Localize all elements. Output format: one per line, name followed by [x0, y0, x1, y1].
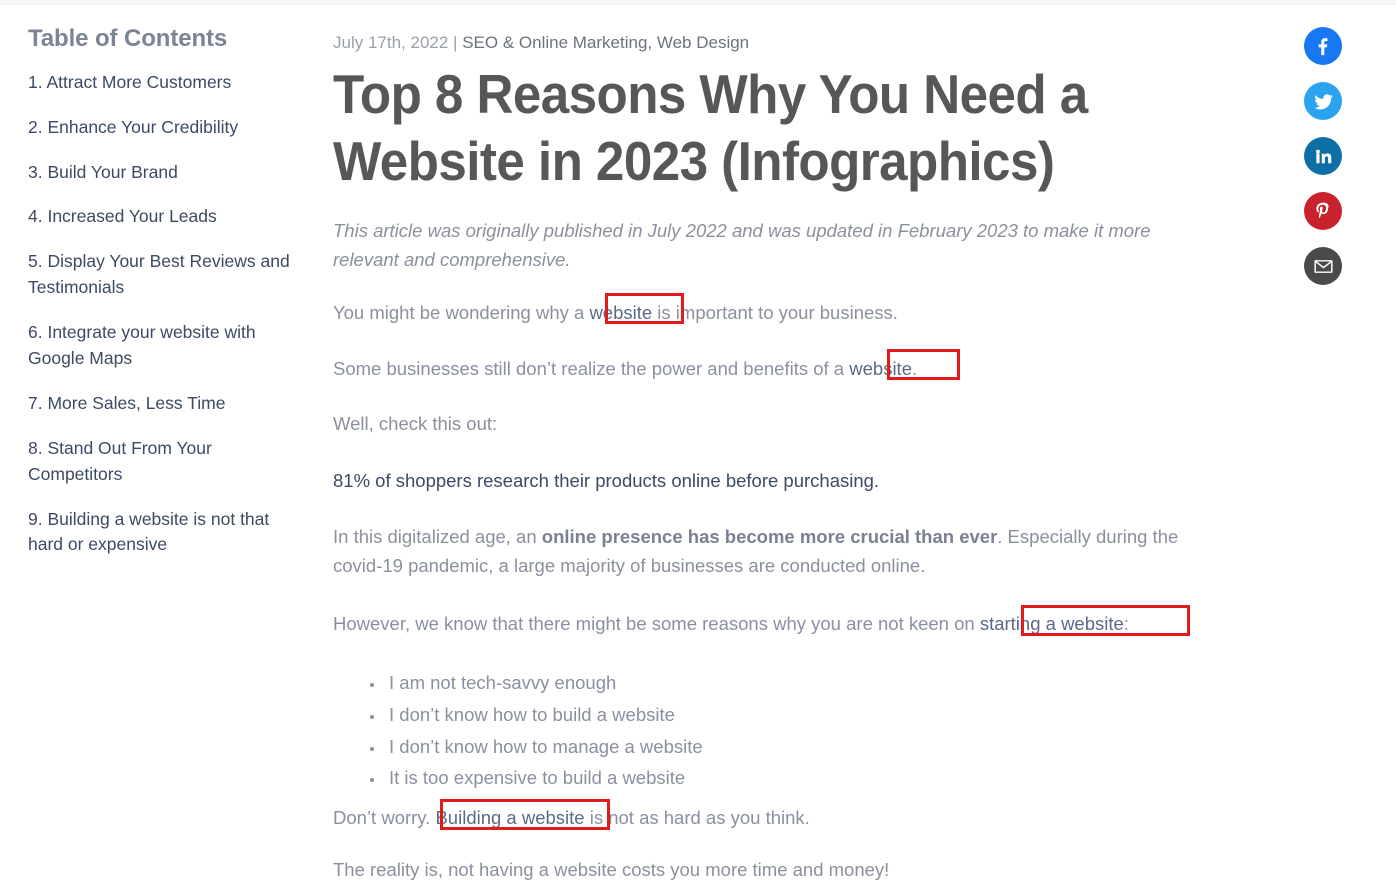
- list-item: It is too expensive to build a website: [385, 762, 1033, 794]
- paragraph-2: Some businesses still don’t realize the …: [333, 355, 1213, 384]
- publish-date: July 17th, 2022: [333, 33, 449, 52]
- linkedin-share-button[interactable]: [1304, 137, 1342, 175]
- paragraph-5-emphasis: online presence has become more crucial …: [541, 526, 998, 547]
- paragraph-2-text-after: .: [911, 358, 918, 379]
- list-item: I am not tech-savvy enough: [385, 667, 1033, 699]
- social-share-rail: [1304, 27, 1342, 285]
- website-link-1[interactable]: website: [589, 302, 652, 323]
- facebook-share-button[interactable]: [1304, 27, 1342, 65]
- paragraph-6-text-before: However, we know that there might be som…: [333, 613, 980, 634]
- starting-a-website-link[interactable]: starting a website: [980, 613, 1124, 634]
- list-item: 5. Display Your Best Reviews and Testimo…: [28, 249, 300, 301]
- toc-item-9[interactable]: 9. Building a website is not that hard o…: [28, 507, 300, 559]
- list-item: 7. More Sales, Less Time: [28, 391, 300, 417]
- toc-item-6[interactable]: 6. Integrate your website with Google Ma…: [28, 320, 300, 372]
- table-of-contents: Table of Contents 1. Attract More Custom…: [28, 25, 300, 577]
- list-item: 2. Enhance Your Credibility: [28, 115, 300, 141]
- paragraph-1: You might be wondering why a website is …: [333, 299, 1213, 328]
- list-item: 1. Attract More Customers: [28, 70, 300, 96]
- twitter-icon: [1313, 91, 1334, 112]
- toc-item-2[interactable]: 2. Enhance Your Credibility: [28, 115, 300, 141]
- paragraph-5-text-before: In this digitalized age, an: [333, 526, 542, 547]
- page-title: Top 8 Reasons Why You Need a Website in …: [333, 62, 1088, 192]
- toc-item-5[interactable]: 5. Display Your Best Reviews and Testimo…: [28, 249, 300, 301]
- article-meta: July 17th, 2022 | SEO & Online Marketing…: [333, 31, 1213, 55]
- paragraph-1-text-before: You might be wondering why a: [333, 302, 590, 323]
- pinterest-share-button[interactable]: [1304, 192, 1342, 230]
- article-page: Table of Contents 1. Attract More Custom…: [0, 5, 1396, 880]
- paragraph-2-text-before: Some businesses still don’t realize the …: [333, 358, 850, 379]
- article-categories[interactable]: SEO & Online Marketing, Web Design: [462, 33, 749, 52]
- table-of-contents-list: 1. Attract More Customers 2. Enhance You…: [28, 70, 300, 559]
- paragraph-7-text-after: is not as hard as you think.: [584, 807, 810, 828]
- toc-item-8[interactable]: 8. Stand Out From Your Competitors: [28, 436, 300, 488]
- article-intro-note: This article was originally published in…: [333, 219, 1151, 270]
- list-item: I don’t know how to manage a website: [385, 731, 1033, 763]
- list-item: 6. Integrate your website with Google Ma…: [28, 320, 300, 372]
- paragraph-6: However, we know that there might be som…: [333, 610, 1213, 639]
- list-item: 8. Stand Out From Your Competitors: [28, 436, 300, 488]
- paragraph-1-text-after: is important to your business.: [652, 302, 898, 323]
- table-of-contents-heading: Table of Contents: [28, 25, 228, 52]
- article-content: July 17th, 2022 | SEO & Online Marketing…: [333, 5, 1213, 880]
- statistic-line: 81% of shoppers research their products …: [333, 467, 1213, 496]
- reasons-list: I am not tech-savvy enough I don’t know …: [333, 667, 1033, 794]
- building-a-website-link[interactable]: Building a website: [435, 807, 584, 828]
- meta-separator: |: [453, 33, 458, 52]
- toc-item-7[interactable]: 7. More Sales, Less Time: [28, 391, 300, 417]
- list-item: 4. Increased Your Leads: [28, 204, 300, 230]
- list-item: 9. Building a website is not that hard o…: [28, 507, 300, 559]
- statistic-link[interactable]: 81% of shoppers research their products …: [333, 470, 879, 491]
- toc-item-1[interactable]: 1. Attract More Customers: [28, 70, 300, 96]
- facebook-icon: [1313, 36, 1333, 56]
- envelope-icon: [1313, 256, 1334, 277]
- website-link-2[interactable]: website: [849, 358, 912, 379]
- paragraph-8: The reality is, not having a website cos…: [333, 859, 890, 880]
- paragraph-3: Well, check this out:: [333, 413, 498, 434]
- linkedin-icon: [1314, 147, 1333, 166]
- paragraph-7: Don’t worry. Building a website is not a…: [333, 804, 1213, 833]
- list-item: I don’t know how to build a website: [385, 699, 1033, 731]
- paragraph-5: In this digitalized age, an online prese…: [333, 523, 1193, 580]
- email-share-button[interactable]: [1304, 247, 1342, 285]
- twitter-share-button[interactable]: [1304, 82, 1342, 120]
- toc-item-4[interactable]: 4. Increased Your Leads: [28, 204, 300, 230]
- list-item: 3. Build Your Brand: [28, 160, 300, 186]
- toc-item-3[interactable]: 3. Build Your Brand: [28, 160, 300, 186]
- paragraph-7-text-before: Don’t worry.: [333, 807, 436, 828]
- paragraph-6-text-after: :: [1123, 613, 1129, 634]
- pinterest-icon: [1313, 201, 1333, 221]
